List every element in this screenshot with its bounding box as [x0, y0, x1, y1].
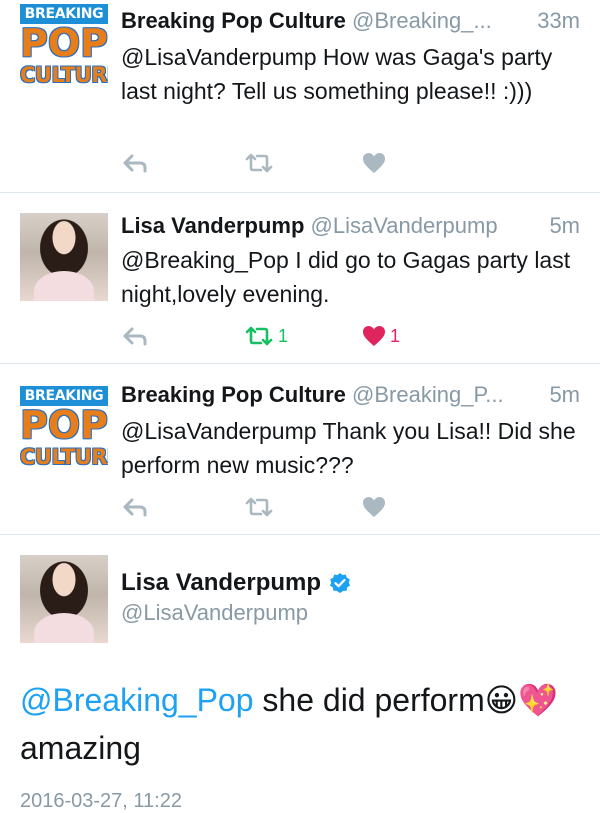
avatar-breaking-pop-culture[interactable]: BREAKING POP CULTURE: [20, 384, 108, 472]
author-name[interactable]: Breaking Pop Culture: [121, 382, 346, 407]
emoji: 😀💖: [484, 682, 558, 718]
tweet-time[interactable]: 5m: [543, 213, 580, 239]
tweet-timestamp[interactable]: 2016-03-27, 11:22: [20, 790, 182, 813]
reply-icon: [123, 154, 147, 173]
like-button[interactable]: [362, 492, 390, 522]
tweet-time[interactable]: 5m: [543, 382, 580, 408]
tweet-text-line2: amazing: [20, 730, 141, 766]
tweet-header: Lisa Vanderpump @LisaVanderpump: [121, 213, 580, 239]
mention-link[interactable]: @Breaking_Pop: [20, 682, 254, 718]
tweet-2[interactable]: Lisa Vanderpump @LisaVanderpump 5m @Brea…: [0, 193, 600, 363]
retweet-button[interactable]: [244, 148, 278, 178]
tweet-text: @Breaking_Pop I did go to Gagas party la…: [121, 247, 571, 307]
tweet-text: she did perform: [253, 682, 485, 718]
author-name[interactable]: Lisa Vanderpump: [121, 569, 321, 597]
retweet-icon: [245, 497, 273, 517]
tweet-3[interactable]: BREAKING POP CULTURE Breaking Pop Cultur…: [0, 364, 600, 534]
main-tweet-handle[interactable]: @LisaVanderpump: [121, 600, 308, 626]
avatar-photo-detail: [34, 271, 94, 301]
heart-icon: [363, 497, 385, 517]
avatar-lisa-vanderpump-main[interactable]: [20, 555, 108, 643]
tweet-time[interactable]: 33m: [531, 8, 580, 34]
verified-badge-icon: [330, 573, 351, 593]
avatar-photo-detail: [34, 613, 94, 643]
tweet-header: Breaking Pop Culture @Breaking_...: [121, 8, 580, 34]
tweet-1[interactable]: BREAKING POP CULTURE Breaking Pop Cultur…: [0, 0, 600, 192]
reply-button[interactable]: [122, 148, 148, 178]
tweet-actions: [0, 492, 600, 522]
logo-text-line2: POP: [20, 403, 108, 447]
retweet-button[interactable]: [244, 492, 278, 522]
main-tweet-author[interactable]: Lisa Vanderpump: [121, 569, 351, 597]
author-handle[interactable]: @LisaVanderpump: [311, 213, 498, 238]
avatar-breaking-pop-culture[interactable]: BREAKING POP CULTURE: [20, 2, 108, 90]
tweet-actions: [0, 148, 600, 178]
tweet-text: @LisaVanderpump Thank you Lisa!! Did she…: [121, 418, 576, 478]
heart-icon: [363, 326, 385, 346]
retweet-count: 1: [278, 325, 289, 346]
reply-button[interactable]: [122, 321, 148, 351]
main-tweet-text: @Breaking_Pop she did perform😀💖 amazing: [20, 676, 580, 772]
author-handle[interactable]: @Breaking_P...: [352, 382, 504, 407]
logo-text-line2: POP: [20, 21, 108, 65]
like-button[interactable]: 1: [362, 321, 400, 351]
retweet-icon: [245, 326, 273, 346]
logo-text-line3: CULTURE: [20, 445, 108, 469]
heart-icon: [363, 153, 385, 173]
retweet-icon: [245, 153, 273, 173]
author-name[interactable]: Breaking Pop Culture: [121, 8, 346, 33]
author-name[interactable]: Lisa Vanderpump: [121, 213, 304, 238]
tweet-actions: 1 1: [0, 321, 600, 351]
like-count: 1: [390, 325, 401, 346]
reply-icon: [123, 327, 147, 346]
tweet-header: Breaking Pop Culture @Breaking_P...: [121, 382, 580, 408]
like-button[interactable]: [362, 148, 390, 178]
retweet-button[interactable]: 1: [244, 321, 288, 351]
author-handle[interactable]: @Breaking_...: [352, 8, 492, 33]
reply-icon: [123, 498, 147, 517]
logo-text-line3: CULTURE: [20, 63, 108, 87]
tweet-text: @LisaVanderpump How was Gaga's party las…: [121, 44, 553, 104]
reply-button[interactable]: [122, 492, 148, 522]
divider: [0, 534, 600, 535]
avatar-lisa-vanderpump[interactable]: [20, 213, 108, 301]
